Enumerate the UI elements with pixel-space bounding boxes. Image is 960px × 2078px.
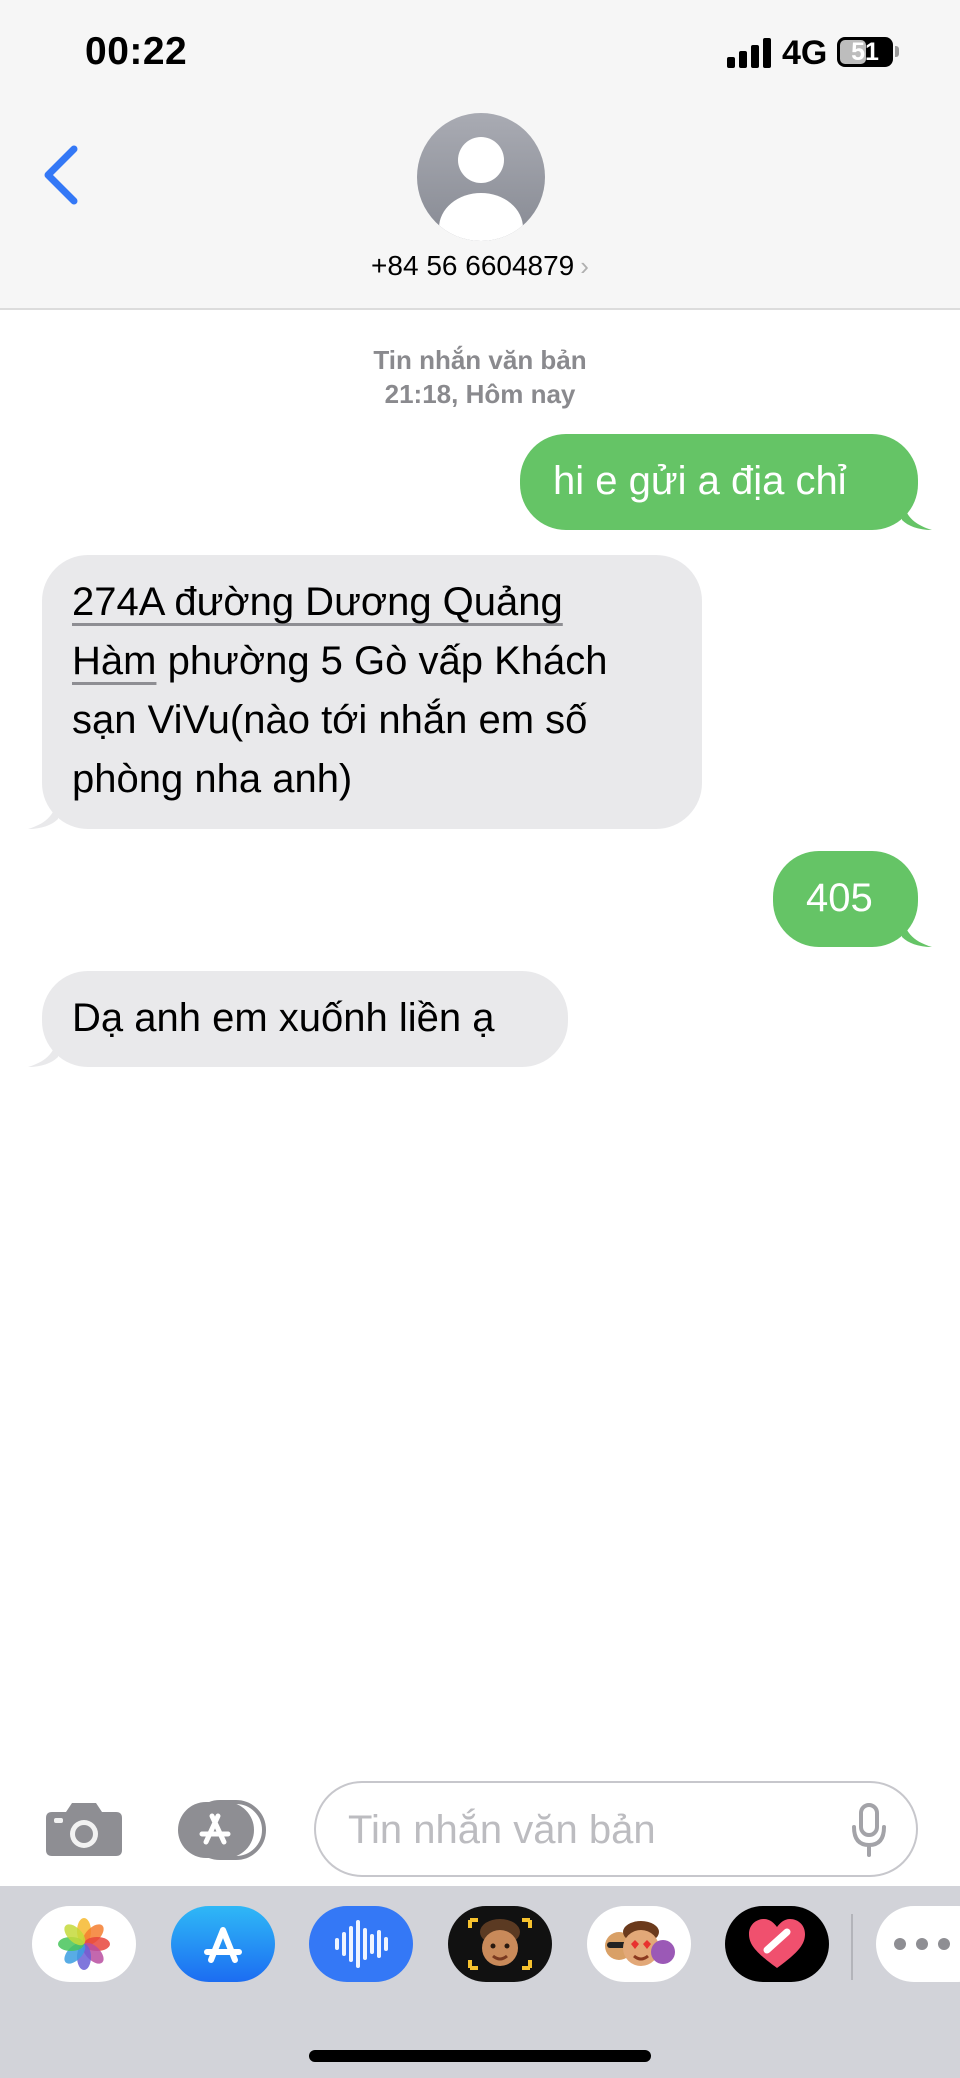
imessage-app-drawer: [0, 1886, 960, 2078]
app-store-app-button[interactable]: [171, 1906, 275, 1982]
camera-button[interactable]: [44, 1800, 124, 1858]
more-apps-button[interactable]: [876, 1906, 960, 1982]
message-line-2-rest: phường 5 Gò vấp Khách: [156, 639, 608, 683]
message-line-4: phòng nha anh): [72, 757, 353, 801]
battery-cap: [895, 46, 899, 57]
incoming-message-bubble[interactable]: 274A đường Dương Quảng Hàm phường 5 Gò v…: [28, 555, 702, 829]
message-text: Dạ anh em xuốnh liền ạ: [72, 996, 495, 1040]
memoji-icon: [468, 1918, 532, 1970]
message-line-3: sạn ViVu(nào tới nhắn em số: [72, 698, 588, 742]
drawer-divider: [851, 1914, 853, 1980]
message-type-label: Tin nhắn văn bản: [373, 345, 587, 375]
apps-button[interactable]: [176, 1800, 271, 1860]
chevron-left-icon: [44, 145, 78, 205]
status-time: 00:22: [85, 30, 188, 73]
memoji-stickers-icon: [605, 1921, 675, 1966]
message-input[interactable]: [348, 1803, 808, 1857]
camera-icon: [46, 1803, 122, 1856]
incoming-message-bubble[interactable]: Dạ anh em xuốnh liền ạ: [28, 971, 568, 1067]
bubble-tail: [28, 795, 58, 829]
contact-phone-number: +84 56 6604879: [371, 250, 575, 281]
contact-name-button[interactable]: +84 56 6604879 ›: [0, 250, 960, 282]
audio-message-icon: [335, 1920, 388, 1968]
battery-percentage: 51: [851, 38, 879, 66]
outgoing-message-bubble[interactable]: 405: [773, 851, 932, 947]
message-text: hi e gửi a địa chỉ: [553, 459, 847, 503]
conversation-header: 00:22 4G 51 +84 56 6604879 ›: [0, 0, 960, 310]
memoji-stickers-app-button[interactable]: [587, 1906, 691, 1982]
message-line-1[interactable]: 274A đường Dương Quảng: [72, 573, 608, 632]
photos-icon: [58, 1918, 110, 1970]
address-link[interactable]: 274A đường Dương Quảng: [72, 580, 563, 624]
message-input-container[interactable]: [314, 1781, 918, 1877]
app-store-icon: [178, 1800, 266, 1860]
avatar-person-body: [439, 193, 523, 241]
chevron-right-icon: ›: [580, 251, 589, 281]
back-button[interactable]: [38, 143, 88, 207]
memoji-app-button[interactable]: [448, 1906, 552, 1982]
app-store-icon: [204, 1927, 242, 1963]
network-type: 4G: [782, 34, 828, 72]
more-icon: [894, 1938, 950, 1950]
avatar-person-head: [458, 137, 504, 183]
address-link-continued[interactable]: Hàm: [72, 639, 156, 683]
digital-touch-app-button[interactable]: [725, 1906, 829, 1982]
home-indicator[interactable]: [309, 2050, 651, 2062]
message-line-2: Hàm phường 5 Gò vấp Khách: [72, 632, 608, 691]
message-text: 405: [806, 876, 873, 920]
microphone-icon[interactable]: [851, 1803, 887, 1859]
photos-app-button[interactable]: [32, 1906, 136, 1982]
battery-icon: 51: [837, 37, 893, 67]
contact-avatar[interactable]: [417, 113, 545, 241]
message-timestamp: 21:18, Hôm nay: [384, 379, 576, 409]
cellular-signal-icon: [727, 38, 775, 68]
outgoing-message-bubble[interactable]: hi e gửi a địa chỉ: [520, 434, 932, 530]
message-text: 274A đường Dương Quảng Hàm phường 5 Gò v…: [72, 573, 608, 809]
bubble-tail: [902, 496, 932, 530]
bubble-tail: [28, 1033, 58, 1067]
digital-touch-icon: [749, 1919, 805, 1968]
audio-message-app-button[interactable]: [309, 1906, 413, 1982]
bubble-tail: [902, 913, 932, 947]
